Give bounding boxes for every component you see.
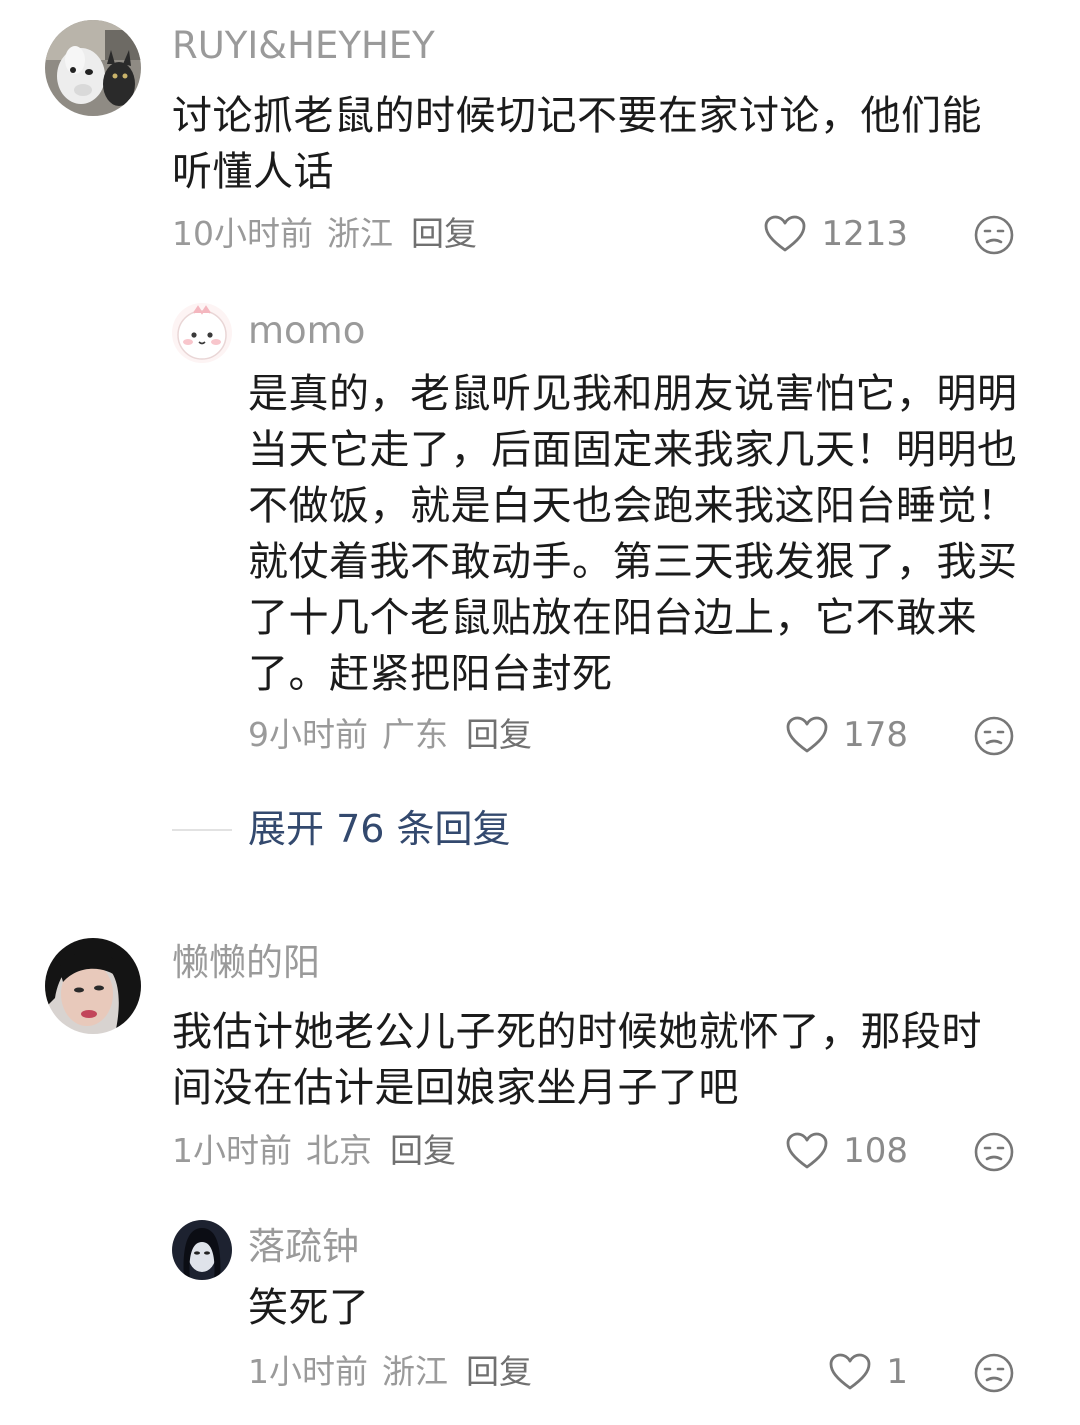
comment-text: 笑死了 <box>248 1285 370 1331</box>
expand-divider <box>172 829 232 831</box>
cartoon-dinosaur-avatar-icon <box>172 303 232 363</box>
dislike-face-icon[interactable] <box>973 715 1015 757</box>
comment-text: 讨论抓老鼠的时候切记不要在家讨论，他们能听懂人话 <box>172 93 982 195</box>
user-avatar[interactable] <box>172 1220 232 1280</box>
comment-location: 浙江 <box>327 214 393 253</box>
woman-portrait-avatar-icon <box>45 938 141 1034</box>
comment-time: 1小时前 <box>172 1131 292 1170</box>
comment-time: 9小时前 <box>248 715 368 754</box>
comment-time: 1小时前 <box>248 1352 368 1391</box>
like-button[interactable]: 178 <box>785 713 908 757</box>
heart-icon <box>765 215 806 252</box>
comment-location: 北京 <box>306 1131 372 1170</box>
like-count: 178 <box>843 715 908 755</box>
comment-location: 广东 <box>382 715 448 754</box>
comment-meta: 1小时前 浙江 回复 <box>248 1355 546 1388</box>
dark-portrait-avatar-icon <box>172 1220 232 1280</box>
like-count: 108 <box>843 1131 908 1171</box>
heart-icon <box>786 716 828 753</box>
expand-replies-label[interactable]: 展开 76 条回复 <box>248 810 511 848</box>
reply-button[interactable]: 回复 <box>466 1352 532 1391</box>
dislike-face-icon[interactable] <box>973 1131 1015 1173</box>
username[interactable]: momo <box>248 312 365 349</box>
dog-cat-photo-avatar-icon <box>45 20 141 116</box>
username[interactable]: 落疏钟 <box>248 1228 359 1265</box>
username[interactable]: RUYI&HEYHEY <box>172 27 435 64</box>
comment-meta: 9小时前 广东 回复 <box>248 718 546 751</box>
username[interactable]: 懒懒的阳 <box>172 944 320 981</box>
like-button[interactable]: 1213 <box>763 212 908 256</box>
dislike-face-icon[interactable] <box>973 1352 1015 1394</box>
comment-meta: 1小时前 北京 回复 <box>172 1134 470 1167</box>
like-count: 1213 <box>821 214 908 254</box>
user-avatar[interactable] <box>45 20 141 116</box>
like-button[interactable]: 108 <box>785 1129 908 1173</box>
reply-button[interactable]: 回复 <box>390 1131 456 1170</box>
heart-icon <box>786 1132 828 1169</box>
dislike-face-icon[interactable] <box>973 214 1015 256</box>
comment-text: 我估计她老公儿子死的时候她就怀了，那段时间没在估计是回娘家坐月子了吧 <box>172 1009 982 1111</box>
heart-icon <box>829 1353 871 1390</box>
user-avatar[interactable] <box>172 303 232 363</box>
like-count: 1 <box>886 1352 908 1392</box>
reply-button[interactable]: 回复 <box>411 214 477 253</box>
reply-button[interactable]: 回复 <box>466 715 532 754</box>
comment-location: 浙江 <box>382 1352 448 1391</box>
comment-time: 10小时前 <box>172 214 313 253</box>
comment-text: 是真的，老鼠听见我和朋友说害怕它，明明当天它走了，后面固定来我家几天！明明也不做… <box>248 371 1018 697</box>
like-button[interactable]: 1 <box>828 1350 908 1394</box>
comment-meta: 10小时前 浙江 回复 <box>172 217 491 250</box>
user-avatar[interactable] <box>45 938 141 1034</box>
